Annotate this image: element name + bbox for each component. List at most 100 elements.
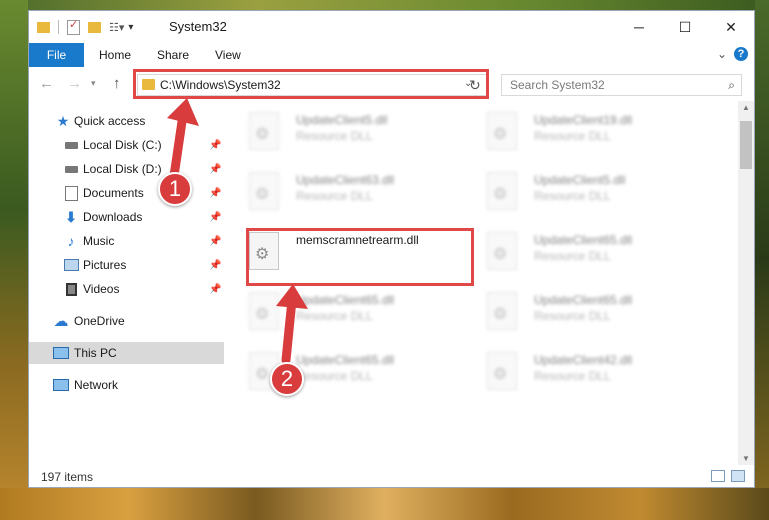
- sidebar-item-label: Music: [83, 234, 115, 248]
- file-highlight: [246, 228, 474, 286]
- tab-home[interactable]: Home: [99, 48, 131, 62]
- desktop-wallpaper-top: [0, 0, 769, 10]
- item-count: 197 items: [41, 470, 94, 484]
- pin-icon[interactable]: 📌: [209, 236, 221, 247]
- sidebar-item-downloads[interactable]: ⬇ Downloads 📌: [29, 206, 224, 228]
- desktop-wallpaper-bottom: [0, 488, 769, 520]
- file-item[interactable]: ⚙ UpdateClient42.dll Resource DLL: [464, 347, 694, 397]
- expand-ribbon-icon[interactable]: ⌄: [717, 47, 727, 61]
- new-folder-icon[interactable]: [88, 21, 101, 33]
- file-item[interactable]: ⚙ UpdateClient63.dll Resource DLL: [226, 167, 456, 217]
- step-1-badge: 1: [158, 172, 192, 206]
- quick-access-toolbar: ✓ ☷▾ ▾: [37, 18, 133, 36]
- file-item[interactable]: ⚙ UpdateClient65.dll Resource DLL: [226, 287, 456, 337]
- help-icon[interactable]: ?: [734, 47, 748, 61]
- file-name: UpdateClient65.dll: [534, 233, 633, 247]
- tab-view[interactable]: View: [215, 48, 241, 62]
- up-arrow-icon[interactable]: ↑: [113, 75, 121, 92]
- file-type: Resource DLL: [534, 309, 611, 323]
- sidebar-item-local-disk-c[interactable]: Local Disk (C:) 📌: [29, 134, 224, 156]
- pin-icon[interactable]: 📌: [209, 164, 221, 175]
- status-bar: 197 items: [29, 465, 754, 487]
- file-type: Resource DLL: [296, 309, 373, 323]
- sidebar-item-local-disk-d[interactable]: Local Disk (D:) 📌: [29, 158, 224, 180]
- sidebar-item-label: Quick access: [74, 114, 146, 128]
- recent-locations-icon[interactable]: ▾: [91, 78, 96, 89]
- back-arrow-icon[interactable]: ←: [39, 75, 54, 92]
- gear-icon: ⚙: [255, 186, 270, 203]
- drive-icon: [63, 137, 79, 153]
- minimize-button[interactable]: ─: [616, 11, 662, 43]
- drive-icon: [63, 161, 79, 177]
- customize-icon[interactable]: ☷▾: [109, 21, 124, 34]
- pin-icon[interactable]: 📌: [209, 260, 221, 271]
- search-icon[interactable]: ⌕: [728, 78, 735, 93]
- videos-icon: [63, 281, 79, 297]
- folder-icon[interactable]: [37, 21, 50, 33]
- search-input[interactable]: Search System32: [510, 78, 605, 92]
- pin-icon[interactable]: 📌: [209, 188, 221, 199]
- sidebar-item-network[interactable]: Network: [29, 374, 224, 396]
- sidebar-item-label: OneDrive: [74, 314, 125, 328]
- gear-icon: ⚙: [493, 126, 508, 143]
- file-name: UpdateClient5.dll: [534, 173, 626, 187]
- file-name: UpdateClient65.dll: [534, 293, 633, 307]
- sidebar-item-quick-access[interactable]: ★ Quick access: [29, 110, 224, 132]
- pin-icon[interactable]: 📌: [209, 140, 221, 151]
- scroll-up-icon[interactable]: ▲: [742, 103, 750, 112]
- file-type: Resource DLL: [534, 249, 611, 263]
- file-name: UpdateClient63.dll: [296, 173, 395, 187]
- details-view-icon[interactable]: [711, 470, 725, 482]
- sidebar-item-label: Videos: [83, 282, 120, 296]
- sidebar-item-label: Pictures: [83, 258, 127, 272]
- gear-icon: ⚙: [493, 366, 508, 383]
- gear-icon: ⚙: [255, 126, 270, 143]
- close-button[interactable]: ✕: [708, 11, 754, 43]
- sidebar-item-this-pc[interactable]: This PC: [29, 342, 224, 364]
- file-item[interactable]: ⚙ UpdateClient65.dll Resource DLL: [464, 227, 694, 277]
- file-type: Resource DLL: [534, 369, 611, 383]
- desktop-wallpaper-right: [755, 0, 769, 520]
- maximize-button[interactable]: ☐: [662, 11, 708, 43]
- separator: [58, 20, 59, 34]
- scroll-down-icon[interactable]: ▼: [742, 454, 750, 463]
- documents-icon: [63, 185, 79, 201]
- desktop-wallpaper-left: [0, 0, 28, 520]
- sidebar-item-pictures[interactable]: Pictures 📌: [29, 254, 224, 276]
- quick-access-dropdown-icon[interactable]: ▾: [128, 22, 133, 33]
- file-type: Resource DLL: [534, 189, 611, 203]
- navigation-pane: ★ Quick access Local Disk (C:) 📌 Local D…: [29, 101, 224, 465]
- tab-share[interactable]: Share: [157, 48, 189, 62]
- large-icons-view-icon[interactable]: [731, 470, 745, 482]
- sidebar-item-onedrive[interactable]: ☁ OneDrive: [29, 310, 224, 332]
- file-item[interactable]: ⚙ UpdateClient5.dll Resource DLL: [226, 107, 456, 157]
- pin-icon[interactable]: 📌: [209, 284, 221, 295]
- sidebar-item-label: Documents: [83, 186, 144, 200]
- window-title: System32: [169, 19, 227, 34]
- sidebar-item-music[interactable]: ♪ Music 📌: [29, 230, 224, 252]
- ribbon-tabs: File Home Share View ⌄ ?: [29, 43, 754, 68]
- file-name: UpdateClient42.dll: [534, 353, 633, 367]
- properties-icon[interactable]: ✓: [67, 19, 80, 35]
- pictures-icon: [63, 257, 79, 273]
- scrollbar-thumb[interactable]: [740, 121, 752, 169]
- sidebar-item-videos[interactable]: Videos 📌: [29, 278, 224, 300]
- file-item[interactable]: ⚙ UpdateClient65.dll Resource DLL: [464, 287, 694, 337]
- sidebar-item-label: Network: [74, 378, 119, 392]
- forward-arrow-icon[interactable]: →: [67, 75, 82, 92]
- search-box[interactable]: Search System32 ⌕: [501, 74, 742, 96]
- tab-file[interactable]: File: [29, 43, 84, 67]
- vertical-scrollbar[interactable]: ▲ ▼: [738, 101, 754, 465]
- file-item[interactable]: ⚙ UpdateClient5.dll Resource DLL: [464, 167, 694, 217]
- sidebar-item-documents[interactable]: Documents 📌: [29, 182, 224, 204]
- file-item[interactable]: ⚙ UpdateClient65.dll Resource DLL: [226, 347, 456, 397]
- gear-icon: ⚙: [493, 246, 508, 263]
- sidebar-item-label: Local Disk (D:): [83, 162, 162, 176]
- file-item[interactable]: ⚙ UpdateClient19.dll Resource DLL: [464, 107, 694, 157]
- pin-icon[interactable]: 📌: [209, 212, 221, 223]
- address-bar-highlight: [133, 69, 489, 99]
- file-type: Resource DLL: [296, 129, 373, 143]
- file-type: Resource DLL: [296, 369, 373, 383]
- sidebar-item-label: This PC: [74, 346, 117, 360]
- gear-icon: ⚙: [255, 366, 270, 383]
